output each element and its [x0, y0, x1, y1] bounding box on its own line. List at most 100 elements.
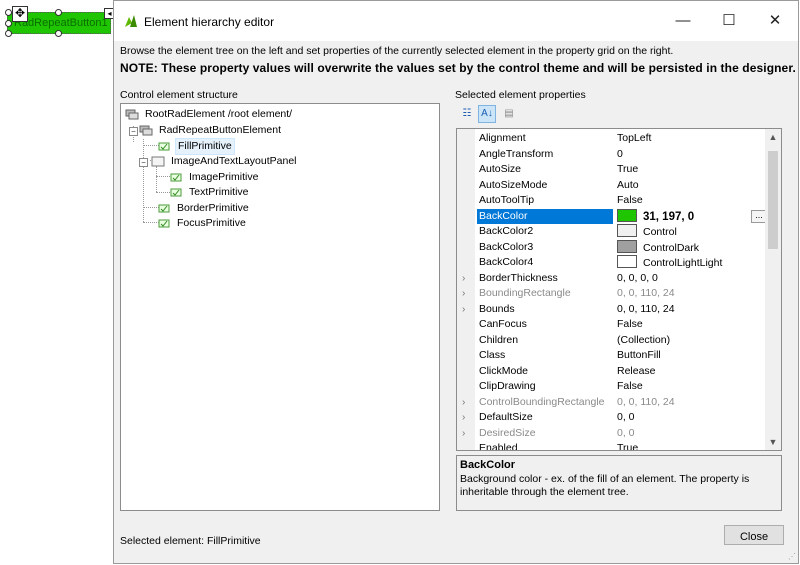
property-value[interactable]: 0 — [617, 147, 765, 163]
property-value[interactable]: 0, 0, 110, 24 — [617, 395, 765, 411]
element-node-icon — [125, 109, 139, 120]
scroll-up-icon[interactable]: ▲ — [765, 129, 781, 145]
resize-handle[interactable] — [55, 9, 62, 16]
tree-node-imageandtextlayoutpanel[interactable]: ImageAndTextLayoutPanel — [151, 154, 431, 169]
minimize-button[interactable]: — — [660, 1, 706, 41]
vertical-scrollbar[interactable]: ▲ ▼ — [765, 129, 781, 450]
alphabetical-icon[interactable]: A↓ — [478, 105, 496, 123]
scroll-down-icon[interactable]: ▼ — [765, 434, 781, 450]
property-value-text: ButtonFill — [617, 349, 661, 361]
property-value[interactable]: 0, 0, 110, 24 — [617, 286, 765, 302]
property-value[interactable]: 0, 0, 110, 24 — [617, 302, 765, 318]
title-bar: Element hierarchy editor — ☐ ✕ — [114, 1, 798, 41]
resize-grip-icon[interactable]: ⋰ — [788, 552, 796, 561]
categorized-icon[interactable]: ☷ — [458, 105, 476, 123]
maximize-button[interactable]: ☐ — [706, 1, 752, 41]
close-window-button[interactable]: ✕ — [752, 1, 798, 41]
property-row[interactable]: › BorderThickness 0, 0, 0, 0 — [457, 271, 769, 287]
property-row[interactable]: AutoToolTip False — [457, 193, 769, 209]
property-value[interactable]: Release — [617, 364, 765, 380]
close-button[interactable]: Close — [724, 525, 784, 545]
property-value-text: Control — [643, 226, 677, 238]
property-panel: ☷ A↓ ▤ Alignment TopLeft AngleTransform 0 Au… — [450, 103, 782, 511]
property-name: AngleTransform — [479, 147, 554, 160]
property-value[interactable]: ButtonFill — [617, 348, 765, 364]
property-value[interactable]: 0, 0 — [617, 410, 765, 426]
property-value[interactable]: ControlLightLight — [617, 255, 765, 272]
property-row[interactable]: AutoSize True — [457, 162, 769, 178]
property-value[interactable]: True — [617, 441, 765, 450]
property-row[interactable]: BackColor3 ControlDark — [457, 239, 769, 257]
property-row[interactable]: › Bounds 0, 0, 110, 24 — [457, 302, 769, 318]
property-value[interactable]: ControlDark — [617, 239, 765, 257]
resize-handle[interactable] — [5, 30, 12, 37]
property-value[interactable]: True — [617, 162, 765, 178]
property-value[interactable]: False — [617, 317, 765, 333]
property-grid[interactable]: Alignment TopLeft AngleTransform 0 AutoSize T… — [456, 128, 782, 451]
tree-node-fillprimitive[interactable]: FillPrimitive — [157, 138, 427, 155]
property-value-text: False — [617, 194, 643, 206]
expand-icon[interactable]: › — [462, 271, 465, 287]
property-row[interactable]: › ControlBoundingRectangle 0, 0, 110, 24 — [457, 395, 769, 411]
property-row[interactable]: › DesiredSize 0, 0 — [457, 426, 769, 442]
tree-node-textprimitive[interactable]: TextPrimitive — [169, 185, 429, 200]
color-swatch — [617, 208, 637, 222]
property-row[interactable]: AutoSizeMode Auto — [457, 178, 769, 194]
property-row[interactable]: BackColor4 ControlLightLight — [457, 255, 769, 271]
designer-control-label: RadRepeatButton1 — [14, 17, 108, 29]
property-value[interactable]: TopLeft — [617, 131, 765, 147]
property-value-text: 0, 0 — [617, 411, 635, 423]
property-row[interactable]: CanFocus False — [457, 317, 769, 333]
tree-node-radrepeatbuttonelement[interactable]: RadRepeatButtonElement — [139, 123, 429, 138]
property-value-text: Auto — [617, 178, 639, 191]
property-value[interactable]: (Collection) — [617, 333, 765, 349]
property-value[interactable]: Auto — [617, 178, 765, 194]
property-value[interactable]: 0, 0 — [617, 426, 765, 442]
element-tree[interactable]: RootRadElement /root element/ − RadRepea… — [120, 103, 440, 511]
primitive-node-icon — [170, 173, 182, 182]
collapse-icon[interactable]: − — [139, 158, 148, 167]
expand-icon[interactable]: › — [462, 395, 465, 411]
property-value[interactable]: 0, 0, 0, 0 — [617, 271, 765, 287]
property-value[interactable]: 31, 197, 0 — [617, 208, 765, 226]
help-description: Background color - ex. of the fill of an… — [460, 473, 750, 498]
scroll-thumb[interactable] — [768, 151, 778, 249]
resize-handle[interactable] — [5, 9, 12, 16]
property-value[interactable]: False — [617, 379, 765, 395]
property-row[interactable]: AngleTransform 0 — [457, 147, 769, 163]
property-value[interactable]: False — [617, 193, 765, 209]
property-value[interactable]: Control — [617, 224, 765, 241]
expand-icon[interactable]: › — [462, 410, 465, 426]
property-name: BoundingRectangle — [479, 287, 571, 299]
property-row[interactable]: BackColor 31, 197, 0... — [457, 208, 769, 226]
property-row[interactable]: Enabled True — [457, 441, 769, 450]
expand-icon[interactable]: › — [462, 286, 465, 302]
property-row[interactable]: ClipDrawing False — [457, 379, 769, 395]
resize-handle[interactable] — [5, 20, 12, 27]
tree-node-borderprimitive[interactable]: BorderPrimitive — [157, 201, 427, 216]
expand-icon[interactable]: › — [462, 426, 465, 442]
element-node-icon — [139, 125, 153, 136]
tree-node-root[interactable]: RootRadElement /root element/ — [125, 107, 425, 122]
resize-handle[interactable] — [55, 30, 62, 37]
property-row[interactable]: Class ButtonFill — [457, 348, 769, 364]
tree-node-imageprimitive[interactable]: ImagePrimitive — [169, 170, 429, 185]
property-row[interactable]: BackColor2 Control — [457, 224, 769, 240]
move-handle-icon[interactable]: ✥ — [12, 6, 28, 22]
property-row[interactable]: › BoundingRectangle 0, 0, 110, 24 — [457, 286, 769, 302]
property-name: Children — [479, 333, 519, 346]
property-value-text: 0, 0, 110, 24 — [617, 287, 675, 299]
property-row[interactable]: › DefaultSize 0, 0 — [457, 410, 769, 426]
expand-icon[interactable]: › — [462, 302, 465, 318]
property-value-text: (Collection) — [617, 333, 671, 346]
property-row[interactable]: Children (Collection) — [457, 333, 769, 349]
property-name: BackColor2 — [479, 225, 534, 237]
color-swatch — [617, 255, 637, 268]
property-pages-icon[interactable]: ▤ — [500, 105, 518, 123]
collapse-icon[interactable]: − — [129, 127, 138, 136]
property-row[interactable]: Alignment TopLeft — [457, 131, 769, 147]
properties-group-label: Selected element properties — [455, 89, 586, 101]
property-row[interactable]: ClickMode Release — [457, 364, 769, 380]
tree-node-focusprimitive[interactable]: FocusPrimitive — [157, 216, 427, 231]
property-value-text: TopLeft — [617, 132, 652, 144]
